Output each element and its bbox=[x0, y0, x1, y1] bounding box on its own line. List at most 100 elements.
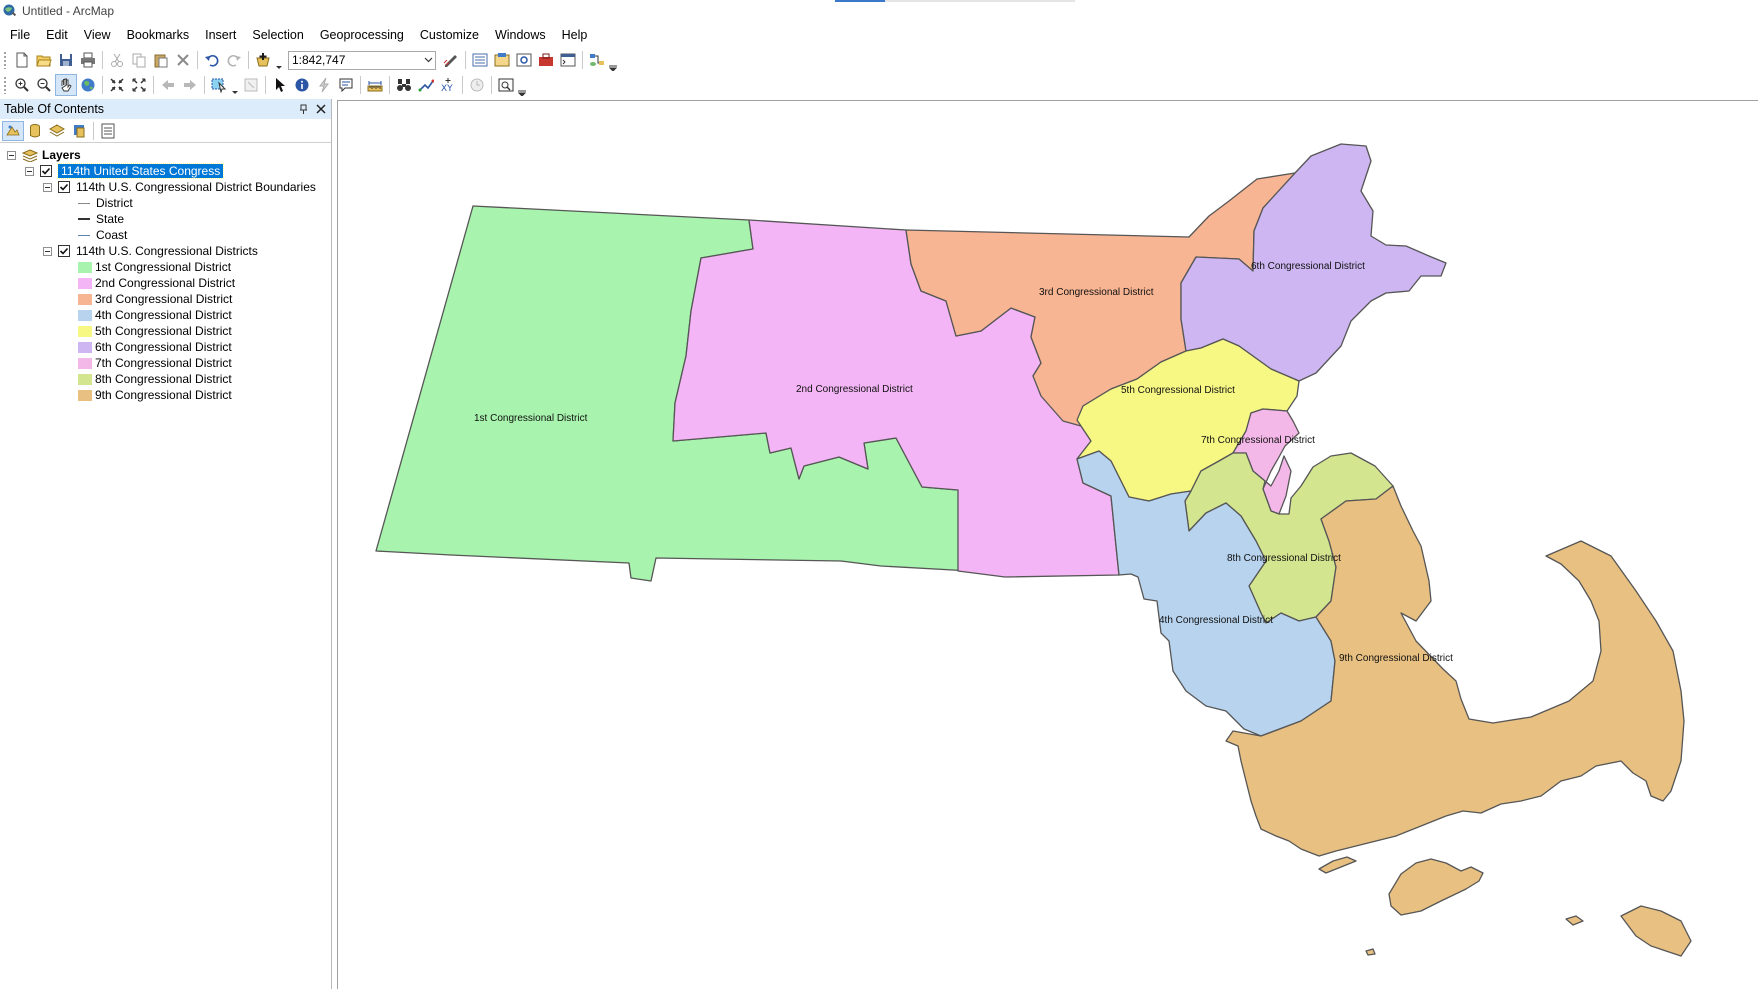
editor-toolbar-button[interactable] bbox=[440, 49, 462, 71]
print-button[interactable] bbox=[77, 49, 99, 71]
collapse-icon[interactable] bbox=[25, 166, 34, 176]
map-view[interactable]: 1st Congressional District 2nd Congressi… bbox=[337, 100, 1758, 989]
popup-icon bbox=[339, 78, 353, 93]
boundaries-layer-row[interactable]: 114th U.S. Congressional District Bounda… bbox=[43, 179, 316, 195]
map-scale-combo[interactable]: 1:842,747 bbox=[288, 50, 436, 70]
menu-geoprocessing[interactable]: Geoprocessing bbox=[312, 28, 412, 42]
go-to-xy-icon: XY bbox=[441, 78, 453, 93]
select-features-dropdown[interactable] bbox=[230, 74, 240, 96]
collapse-icon[interactable] bbox=[43, 246, 52, 256]
identify-button[interactable] bbox=[291, 74, 313, 96]
go-to-xy-button[interactable]: XY bbox=[437, 74, 459, 96]
list-by-source-button[interactable] bbox=[24, 121, 46, 141]
toolbar-overflow-chevron[interactable] bbox=[517, 74, 527, 96]
delete-button[interactable] bbox=[172, 49, 194, 71]
add-data-button[interactable] bbox=[252, 49, 274, 71]
chevron-down-icon[interactable] bbox=[421, 52, 435, 69]
menu-help[interactable]: Help bbox=[554, 28, 596, 42]
map-label-district-3: 3rd Congressional District bbox=[1039, 287, 1154, 298]
small-island[interactable] bbox=[1565, 915, 1584, 926]
legend-fill-swatch bbox=[78, 341, 92, 353]
list-by-selection-button[interactable] bbox=[68, 121, 90, 141]
arctoolbox-button[interactable] bbox=[535, 49, 557, 71]
legend-label: Coast bbox=[96, 228, 128, 242]
redo-button[interactable] bbox=[223, 49, 245, 71]
legend-label: State bbox=[96, 212, 125, 226]
elizabeth-islands[interactable] bbox=[1318, 856, 1357, 874]
menu-view[interactable]: View bbox=[76, 28, 119, 42]
cut-button[interactable] bbox=[106, 49, 128, 71]
hyperlink-button[interactable] bbox=[313, 74, 335, 96]
forward-extent-button[interactable] bbox=[179, 74, 201, 96]
menu-customize[interactable]: Customize bbox=[412, 28, 487, 42]
binoculars-icon bbox=[397, 79, 411, 91]
group-layer-checkbox[interactable] bbox=[40, 165, 52, 177]
create-viewer-window-button[interactable] bbox=[495, 74, 517, 96]
layers-root-row[interactable]: Layers bbox=[7, 147, 81, 163]
catalog-window-button[interactable] bbox=[491, 49, 513, 71]
districts-layer-checkbox[interactable] bbox=[58, 245, 70, 257]
menu-edit[interactable]: Edit bbox=[38, 28, 76, 42]
select-features-button[interactable] bbox=[208, 74, 230, 96]
toc-window-button[interactable] bbox=[469, 49, 491, 71]
menu-selection[interactable]: Selection bbox=[244, 28, 311, 42]
pan-button[interactable] bbox=[55, 74, 77, 96]
find-route-button[interactable] bbox=[415, 74, 437, 96]
add-data-dropdown[interactable] bbox=[274, 49, 284, 71]
legend-label: 2nd Congressional District bbox=[95, 276, 236, 290]
toolbar-separator bbox=[582, 51, 583, 69]
menu-bookmarks[interactable]: Bookmarks bbox=[119, 28, 198, 42]
fixed-zoom-out-button[interactable] bbox=[128, 74, 150, 96]
menu-bar: File Edit View Bookmarks Insert Selectio… bbox=[0, 24, 1758, 46]
collapse-icon[interactable] bbox=[43, 182, 52, 192]
save-button[interactable] bbox=[55, 49, 77, 71]
copy-button[interactable] bbox=[128, 49, 150, 71]
menu-windows[interactable]: Windows bbox=[487, 28, 554, 42]
legend-line-swatch bbox=[78, 202, 90, 204]
python-window-button[interactable] bbox=[557, 49, 579, 71]
toolbar-overflow-chevron[interactable] bbox=[608, 49, 618, 71]
close-icon[interactable] bbox=[315, 102, 327, 116]
editor-pencil-icon bbox=[443, 55, 457, 67]
nantucket-island[interactable] bbox=[1620, 905, 1692, 957]
menu-insert[interactable]: Insert bbox=[197, 28, 244, 42]
select-arrow-icon bbox=[276, 78, 285, 92]
list-by-drawing-order-button[interactable] bbox=[2, 120, 24, 141]
group-layer-row[interactable]: 114th United States Congress bbox=[25, 163, 225, 179]
search-window-button[interactable] bbox=[513, 49, 535, 71]
model-builder-button[interactable] bbox=[586, 49, 608, 71]
zoom-in-button[interactable] bbox=[11, 74, 33, 96]
collapse-icon[interactable] bbox=[7, 150, 16, 160]
full-extent-button[interactable] bbox=[77, 74, 99, 96]
marthas-vineyard-island[interactable] bbox=[1388, 858, 1484, 916]
fixed-zoom-in-button[interactable] bbox=[106, 74, 128, 96]
undo-button[interactable] bbox=[201, 49, 223, 71]
menu-file[interactable]: File bbox=[0, 28, 38, 42]
zoom-out-button[interactable] bbox=[33, 74, 55, 96]
new-document-button[interactable] bbox=[11, 49, 33, 71]
time-slider-button[interactable] bbox=[466, 74, 488, 96]
html-popup-button[interactable] bbox=[335, 74, 357, 96]
toolbar-grip[interactable] bbox=[3, 51, 7, 69]
back-extent-button[interactable] bbox=[157, 74, 179, 96]
boundaries-layer-checkbox[interactable] bbox=[58, 181, 70, 193]
list-by-visibility-button[interactable] bbox=[46, 121, 68, 141]
select-elements-button[interactable] bbox=[269, 74, 291, 96]
toc-header: Table Of Contents bbox=[0, 99, 331, 119]
paste-button[interactable] bbox=[150, 49, 172, 71]
toc-options-button[interactable] bbox=[97, 121, 119, 141]
pin-icon[interactable] bbox=[297, 102, 309, 116]
small-island[interactable] bbox=[1365, 948, 1376, 956]
dropdown-arrow-icon bbox=[276, 66, 282, 69]
toolbar-grip[interactable] bbox=[3, 76, 7, 94]
clear-selection-button[interactable] bbox=[240, 74, 262, 96]
scissors-icon bbox=[111, 53, 123, 67]
title-tab-strip bbox=[835, 0, 1075, 2]
measure-button[interactable] bbox=[364, 74, 386, 96]
districts-layer-row[interactable]: 114th U.S. Congressional Districts bbox=[43, 243, 258, 259]
districts-layer-label: 114th U.S. Congressional Districts bbox=[76, 244, 258, 258]
open-button[interactable] bbox=[33, 49, 55, 71]
map-canvas[interactable]: 1st Congressional District 2nd Congressi… bbox=[338, 101, 1758, 990]
find-button[interactable] bbox=[393, 74, 415, 96]
group-layer-label[interactable]: 114th United States Congress bbox=[56, 163, 225, 179]
